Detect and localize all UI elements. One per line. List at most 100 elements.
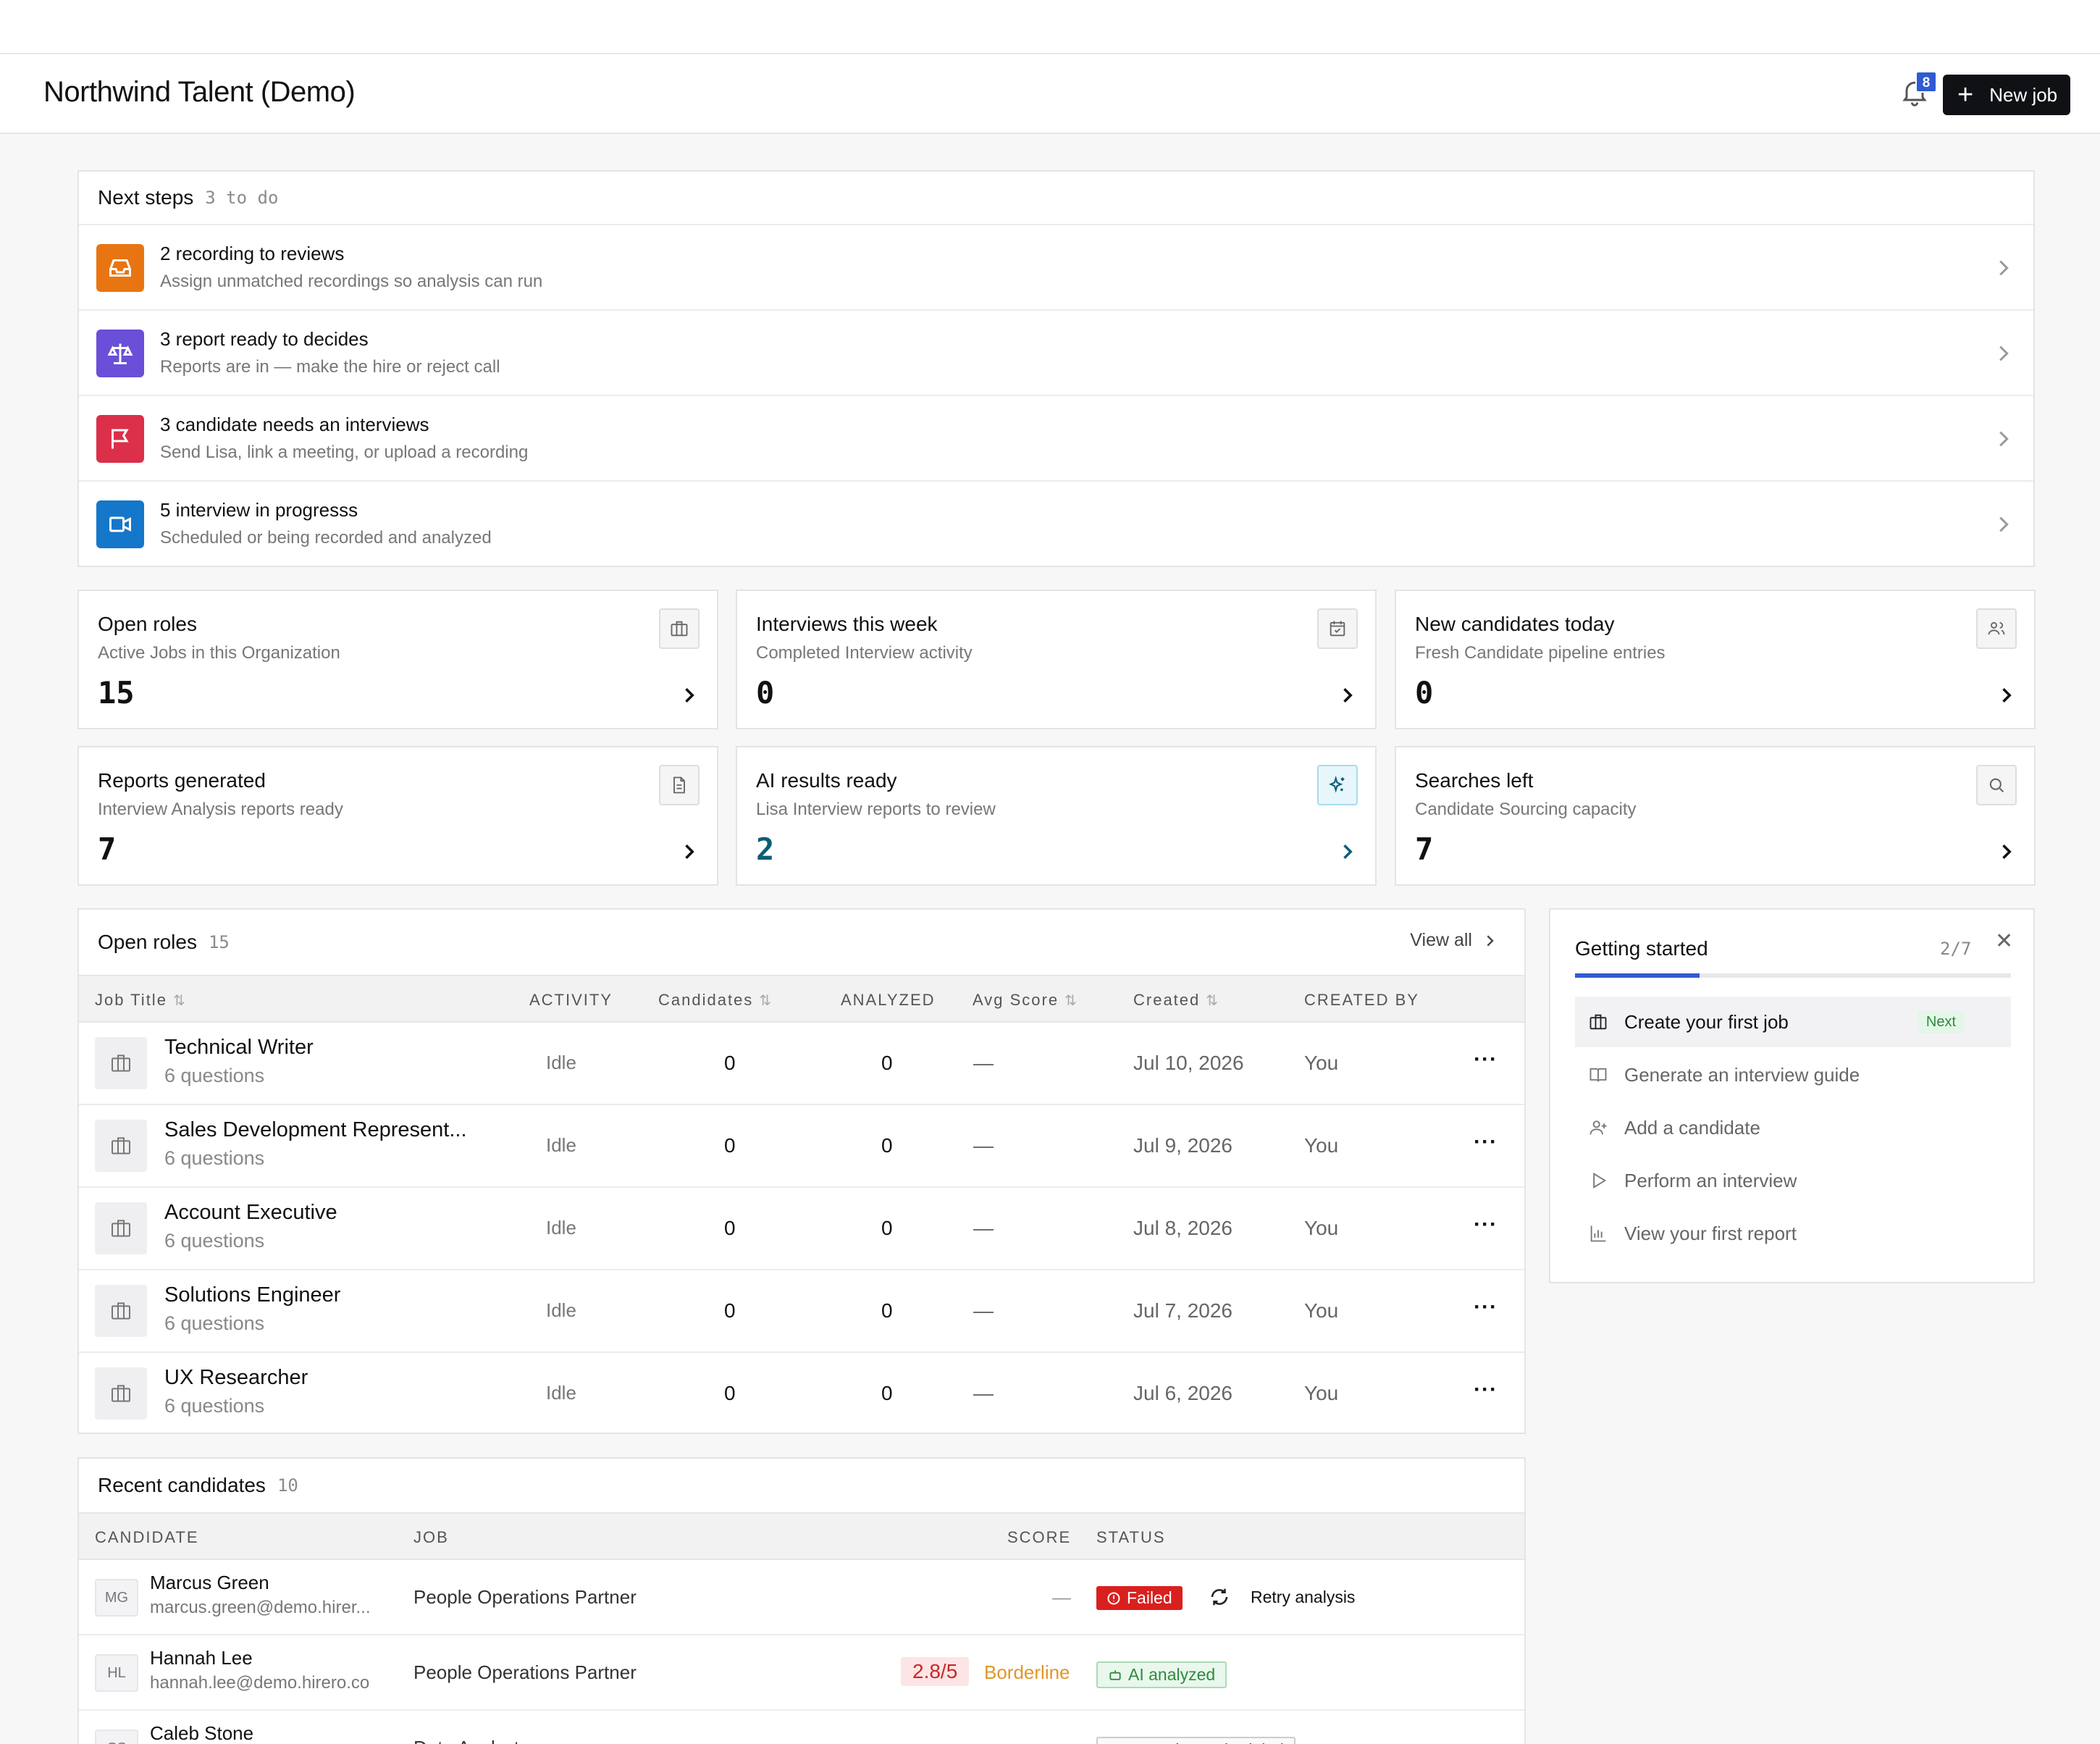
bar-chart-icon [1590, 1225, 1606, 1242]
table-row[interactable]: Account Executive 6 questions Idle 0 0 —… [79, 1188, 1524, 1270]
candidate-name[interactable]: Hannah Lee [150, 1647, 253, 1669]
table-row[interactable]: Sales Development Represent... 6 questio… [79, 1105, 1524, 1188]
table-row[interactable]: MG Marcus Green marcus.green@demo.hirer.… [79, 1560, 1524, 1635]
stat-card-new-candidates[interactable]: New candidates today Fresh Candidate pip… [1395, 590, 2036, 729]
job-title[interactable]: UX Researcher [164, 1366, 308, 1390]
getting-started-progress: 2/7 [1940, 939, 1972, 959]
job-candidates: 0 [724, 1134, 736, 1157]
more-icon[interactable]: ··· [1474, 1212, 1498, 1237]
col-created[interactable]: Created ⇅ [1133, 991, 1218, 1010]
job-created: Jul 7, 2026 [1133, 1299, 1232, 1322]
next-step-item[interactable]: 3 candidate needs an interviews Send Lis… [79, 396, 2033, 482]
sparkle-icon [1317, 765, 1358, 805]
col-job: JOB [413, 1528, 449, 1546]
stat-card-reports[interactable]: Reports generated Interview Analysis rep… [77, 746, 718, 886]
candidate-name[interactable]: Caleb Stone [150, 1722, 253, 1744]
col-job-title[interactable]: Job Title ⇅ [95, 991, 185, 1010]
stat-card-searches[interactable]: Searches left Candidate Sourcing capacit… [1395, 746, 2036, 886]
col-avg-score[interactable]: Avg Score ⇅ [973, 991, 1077, 1010]
job-candidates: 0 [724, 1299, 736, 1322]
more-icon[interactable]: ··· [1474, 1295, 1498, 1320]
chevron-right-icon [1999, 345, 2009, 361]
job-title[interactable]: Sales Development Represent... [164, 1118, 467, 1142]
stat-card-ai-results[interactable]: AI results ready Lisa Interview reports … [736, 746, 1377, 886]
more-icon[interactable]: ··· [1474, 1047, 1498, 1072]
getting-started-item[interactable]: Create your first job Next [1575, 997, 2011, 1047]
getting-started-item[interactable]: Perform an interview [1575, 1155, 2011, 1206]
flag-icon [96, 415, 144, 463]
progress-fill [1575, 973, 1700, 978]
candidate-job: People Operations Partner [413, 1586, 637, 1608]
notification-badge: 8 [1915, 71, 1937, 93]
getting-started-label: Add a candidate [1624, 1116, 1760, 1139]
refresh-icon [1211, 1588, 1228, 1606]
stat-value: 7 [1415, 831, 1434, 867]
job-title[interactable]: Account Executive [164, 1201, 337, 1225]
candidate-job: People Operations Partner [413, 1661, 637, 1683]
stat-subtitle: Fresh Candidate pipeline entries [1415, 643, 1666, 663]
view-all-label: View all [1410, 930, 1472, 950]
open-roles-header: Open roles 15 [79, 910, 1524, 975]
getting-started-item[interactable]: Add a candidate [1575, 1102, 2011, 1153]
next-step-item[interactable]: 2 recording to reviews Assign unmatched … [79, 225, 2033, 311]
sort-icon: ⇅ [172, 993, 185, 1009]
job-title[interactable]: Solutions Engineer [164, 1283, 340, 1307]
table-row[interactable]: CS Caleb Stone Data Analyst No Interview… [79, 1711, 1524, 1744]
stat-value: 0 [756, 675, 775, 710]
job-avg-score: — [973, 1217, 994, 1239]
job-created: Jul 10, 2026 [1133, 1052, 1244, 1074]
candidate-name[interactable]: Marcus Green [150, 1572, 269, 1594]
getting-started-label: Perform an interview [1624, 1169, 1797, 1191]
chevron-right-icon [1343, 688, 1353, 703]
table-row[interactable]: UX Researcher 6 questions Idle 0 0 — Jul… [79, 1353, 1524, 1435]
view-all-link[interactable]: View all [1410, 930, 1495, 951]
more-icon[interactable]: ··· [1474, 1130, 1498, 1154]
status-badge: Failed [1096, 1586, 1183, 1610]
briefcase-icon [95, 1367, 147, 1420]
getting-started-label: View your first report [1624, 1222, 1797, 1244]
job-activity: Idle [546, 1217, 576, 1238]
table-row[interactable]: HL Hannah Lee hannah.lee@demo.hirero.co … [79, 1635, 1524, 1711]
new-job-button[interactable]: + New job [1943, 75, 2070, 115]
getting-started-panel: Getting started 2/7 ✕ Create your first … [1549, 908, 2035, 1283]
job-candidates: 0 [724, 1052, 736, 1074]
play-icon [1593, 1172, 1607, 1189]
job-analyzed: 0 [881, 1134, 893, 1157]
col-candidate: CANDIDATE [95, 1528, 199, 1546]
recent-candidates-title: Recent candidates [98, 1474, 266, 1496]
page-header: Northwind Talent (Demo) 8 + New job [0, 54, 2100, 134]
getting-started-item[interactable]: Generate an interview guide [1575, 1049, 2011, 1100]
stat-card-open-roles[interactable]: Open roles Active Jobs in this Organizat… [77, 590, 718, 729]
open-roles-count: 15 [208, 932, 230, 952]
table-row[interactable]: Solutions Engineer 6 questions Idle 0 0 … [79, 1270, 1524, 1353]
job-questions: 6 questions [164, 1230, 265, 1252]
recent-candidates-count: 10 [277, 1475, 298, 1496]
sort-icon: ⇅ [759, 993, 772, 1009]
retry-analysis-button[interactable]: Retry analysis [1209, 1586, 1355, 1608]
status-badge: AI analyzed [1096, 1661, 1227, 1688]
status-badge: No Interview Scheduled [1096, 1737, 1295, 1744]
job-candidates: 0 [724, 1217, 736, 1239]
job-title[interactable]: Technical Writer [164, 1036, 314, 1060]
getting-started-item[interactable]: View your first report [1575, 1208, 2011, 1259]
next-step-item[interactable]: 5 interview in progresss Scheduled or be… [79, 482, 2033, 567]
search-icon [1976, 765, 2017, 805]
more-icon[interactable]: ··· [1474, 1378, 1498, 1402]
progress-bar [1575, 973, 2011, 978]
table-row[interactable]: Technical Writer 6 questions Idle 0 0 — … [79, 1023, 1524, 1105]
chevron-right-icon [1999, 516, 2009, 532]
briefcase-icon [95, 1120, 147, 1172]
avatar: MG [95, 1579, 138, 1617]
stat-title: Open roles [98, 613, 197, 635]
job-created: Jul 6, 2026 [1133, 1382, 1232, 1404]
next-step-item[interactable]: 3 report ready to decides Reports are in… [79, 311, 2033, 396]
close-icon[interactable]: ✕ [1995, 928, 2013, 954]
stat-value: 0 [1415, 675, 1434, 710]
book-icon [1589, 1068, 1607, 1082]
candidate-job: Data Analyst [413, 1737, 519, 1744]
stat-title: Interviews this week [756, 613, 938, 635]
stat-card-interviews[interactable]: Interviews this week Completed Interview… [736, 590, 1377, 729]
stat-value: 15 [98, 675, 135, 710]
col-candidates[interactable]: Candidates ⇅ [658, 991, 771, 1010]
job-created: Jul 9, 2026 [1133, 1134, 1232, 1157]
